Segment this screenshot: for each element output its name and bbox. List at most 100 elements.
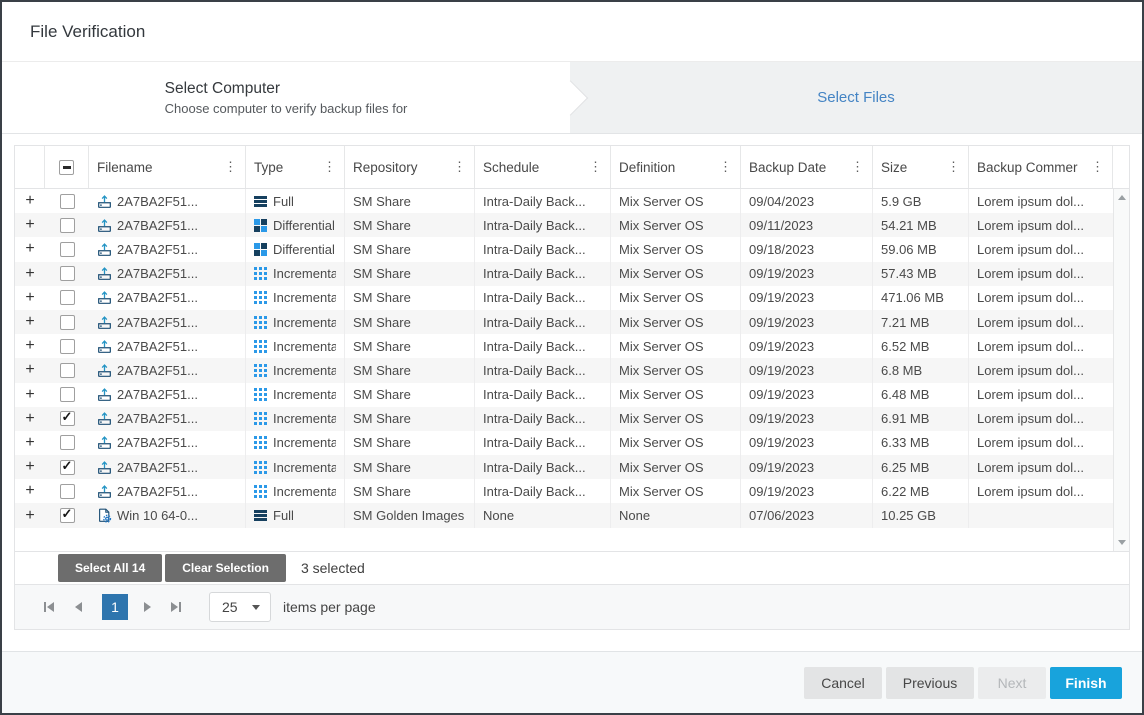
repository-text: SM Share bbox=[353, 242, 411, 257]
table-row[interactable]: + Wi bbox=[15, 503, 1113, 527]
expand-row-icon[interactable]: + bbox=[25, 266, 34, 282]
schedule-cell: Intra-Daily Back... bbox=[475, 237, 611, 261]
select-all-checkbox[interactable] bbox=[59, 160, 74, 175]
table-row[interactable]: + 2A bbox=[15, 455, 1113, 479]
definition-text: Mix Server OS bbox=[619, 339, 704, 354]
repository-cell: SM Share bbox=[345, 213, 475, 237]
table-row[interactable]: + 2A bbox=[15, 286, 1113, 310]
column-menu-icon[interactable]: ⋮ bbox=[719, 159, 732, 175]
expand-row-icon[interactable]: + bbox=[25, 362, 34, 378]
row-checkbox[interactable] bbox=[60, 242, 75, 257]
backup-type-icon bbox=[254, 364, 267, 377]
row-checkbox[interactable] bbox=[60, 508, 75, 523]
table-row[interactable]: + 2A bbox=[15, 358, 1113, 382]
repository-text: SM Golden Images bbox=[353, 508, 464, 523]
column-header-filename[interactable]: Filename ⋮ bbox=[89, 146, 246, 188]
row-checkbox[interactable] bbox=[60, 290, 75, 305]
select-all-button[interactable]: Select All 14 bbox=[58, 554, 162, 582]
next-button[interactable]: Next bbox=[978, 667, 1046, 699]
filename-cell: 2A7BA2F51... bbox=[89, 455, 246, 479]
backup-type-icon bbox=[254, 340, 267, 353]
column-menu-icon[interactable]: ⋮ bbox=[1091, 159, 1104, 175]
expand-row-icon[interactable]: + bbox=[25, 483, 34, 499]
row-checkbox[interactable] bbox=[60, 339, 75, 354]
backup-date-text: 09/19/2023 bbox=[749, 290, 814, 305]
column-menu-icon[interactable]: ⋮ bbox=[589, 159, 602, 175]
row-checkbox[interactable] bbox=[60, 266, 75, 281]
page-size-dropdown[interactable]: 25 bbox=[209, 592, 271, 622]
table-row[interactable]: + 2A bbox=[15, 189, 1113, 213]
schedule-text: Intra-Daily Back... bbox=[483, 315, 586, 330]
column-menu-icon[interactable]: ⋮ bbox=[851, 159, 864, 175]
cancel-button[interactable]: Cancel bbox=[804, 667, 882, 699]
repository-cell: SM Share bbox=[345, 383, 475, 407]
column-header-backup-date[interactable]: Backup Date ⋮ bbox=[741, 146, 873, 188]
column-header-definition[interactable]: Definition ⋮ bbox=[611, 146, 741, 188]
expand-row-icon[interactable]: + bbox=[25, 508, 34, 524]
table-row[interactable]: + 2A bbox=[15, 383, 1113, 407]
next-page-button[interactable] bbox=[135, 594, 159, 620]
expand-row-icon[interactable]: + bbox=[25, 290, 34, 306]
column-menu-icon[interactable]: ⋮ bbox=[224, 159, 237, 175]
column-header-repository[interactable]: Repository ⋮ bbox=[345, 146, 475, 188]
backup-type-icon bbox=[254, 485, 267, 498]
filename-text: 2A7BA2F51... bbox=[117, 339, 198, 354]
filename-text: 2A7BA2F51... bbox=[117, 290, 198, 305]
expand-row-icon[interactable]: + bbox=[25, 193, 34, 209]
row-checkbox[interactable] bbox=[60, 387, 75, 402]
row-checkbox[interactable] bbox=[60, 460, 75, 475]
definition-text: Mix Server OS bbox=[619, 435, 704, 450]
expand-row-icon[interactable]: + bbox=[25, 217, 34, 233]
table-row[interactable]: + 2A bbox=[15, 479, 1113, 503]
row-checkbox[interactable] bbox=[60, 484, 75, 499]
filename-text: Win 10 64-0... bbox=[117, 508, 198, 523]
column-menu-icon[interactable]: ⋮ bbox=[453, 159, 466, 175]
row-checkbox[interactable] bbox=[60, 411, 75, 426]
row-checkbox[interactable] bbox=[60, 435, 75, 450]
table-row[interactable]: + 2A bbox=[15, 431, 1113, 455]
expand-row-icon[interactable]: + bbox=[25, 314, 34, 330]
first-page-button[interactable] bbox=[37, 594, 61, 620]
table-row[interactable]: + 2A bbox=[15, 237, 1113, 261]
definition-cell: Mix Server OS bbox=[611, 237, 741, 261]
clear-selection-button[interactable]: Clear Selection bbox=[165, 554, 286, 582]
expand-row-icon[interactable]: + bbox=[25, 241, 34, 257]
expand-row-icon[interactable]: + bbox=[25, 338, 34, 354]
backup-drive-icon bbox=[97, 387, 112, 402]
backup-drive-icon bbox=[97, 411, 112, 426]
previous-page-button[interactable] bbox=[66, 594, 90, 620]
definition-text: Mix Server OS bbox=[619, 218, 704, 233]
expand-row-icon[interactable]: + bbox=[25, 387, 34, 403]
repository-text: SM Share bbox=[353, 266, 411, 281]
scroll-up-icon[interactable] bbox=[1118, 195, 1126, 200]
column-header-backup-comment[interactable]: Backup Commer ⋮ bbox=[969, 146, 1113, 188]
row-checkbox[interactable] bbox=[60, 315, 75, 330]
column-label: Definition bbox=[619, 160, 717, 175]
table-row[interactable]: + 2A bbox=[15, 213, 1113, 237]
expand-row-icon[interactable]: + bbox=[25, 459, 34, 475]
column-header-schedule[interactable]: Schedule ⋮ bbox=[475, 146, 611, 188]
backup-drive-icon bbox=[97, 290, 112, 305]
column-menu-icon[interactable]: ⋮ bbox=[323, 159, 336, 175]
expand-row-icon[interactable]: + bbox=[25, 435, 34, 451]
vertical-scrollbar[interactable] bbox=[1113, 189, 1129, 551]
table-row[interactable]: + 2A bbox=[15, 310, 1113, 334]
scroll-down-icon[interactable] bbox=[1118, 540, 1126, 545]
table-row[interactable]: + 2A bbox=[15, 334, 1113, 358]
table-row[interactable]: + 2A bbox=[15, 262, 1113, 286]
row-checkbox[interactable] bbox=[60, 194, 75, 209]
row-checkbox[interactable] bbox=[60, 218, 75, 233]
column-header-type[interactable]: Type ⋮ bbox=[246, 146, 345, 188]
column-menu-icon[interactable]: ⋮ bbox=[947, 159, 960, 175]
header-check-cell bbox=[45, 146, 89, 188]
column-header-size[interactable]: Size ⋮ bbox=[873, 146, 969, 188]
current-page-button[interactable]: 1 bbox=[102, 594, 128, 620]
last-page-button[interactable] bbox=[164, 594, 188, 620]
table-row[interactable]: + 2A bbox=[15, 407, 1113, 431]
expand-row-icon[interactable]: + bbox=[25, 411, 34, 427]
tab-select-files[interactable]: Select Files bbox=[570, 62, 1142, 133]
finish-button[interactable]: Finish bbox=[1050, 667, 1122, 699]
row-checkbox[interactable] bbox=[60, 363, 75, 378]
previous-button[interactable]: Previous bbox=[886, 667, 974, 699]
tab-select-computer[interactable]: Select Computer Choose computer to verif… bbox=[2, 62, 570, 133]
